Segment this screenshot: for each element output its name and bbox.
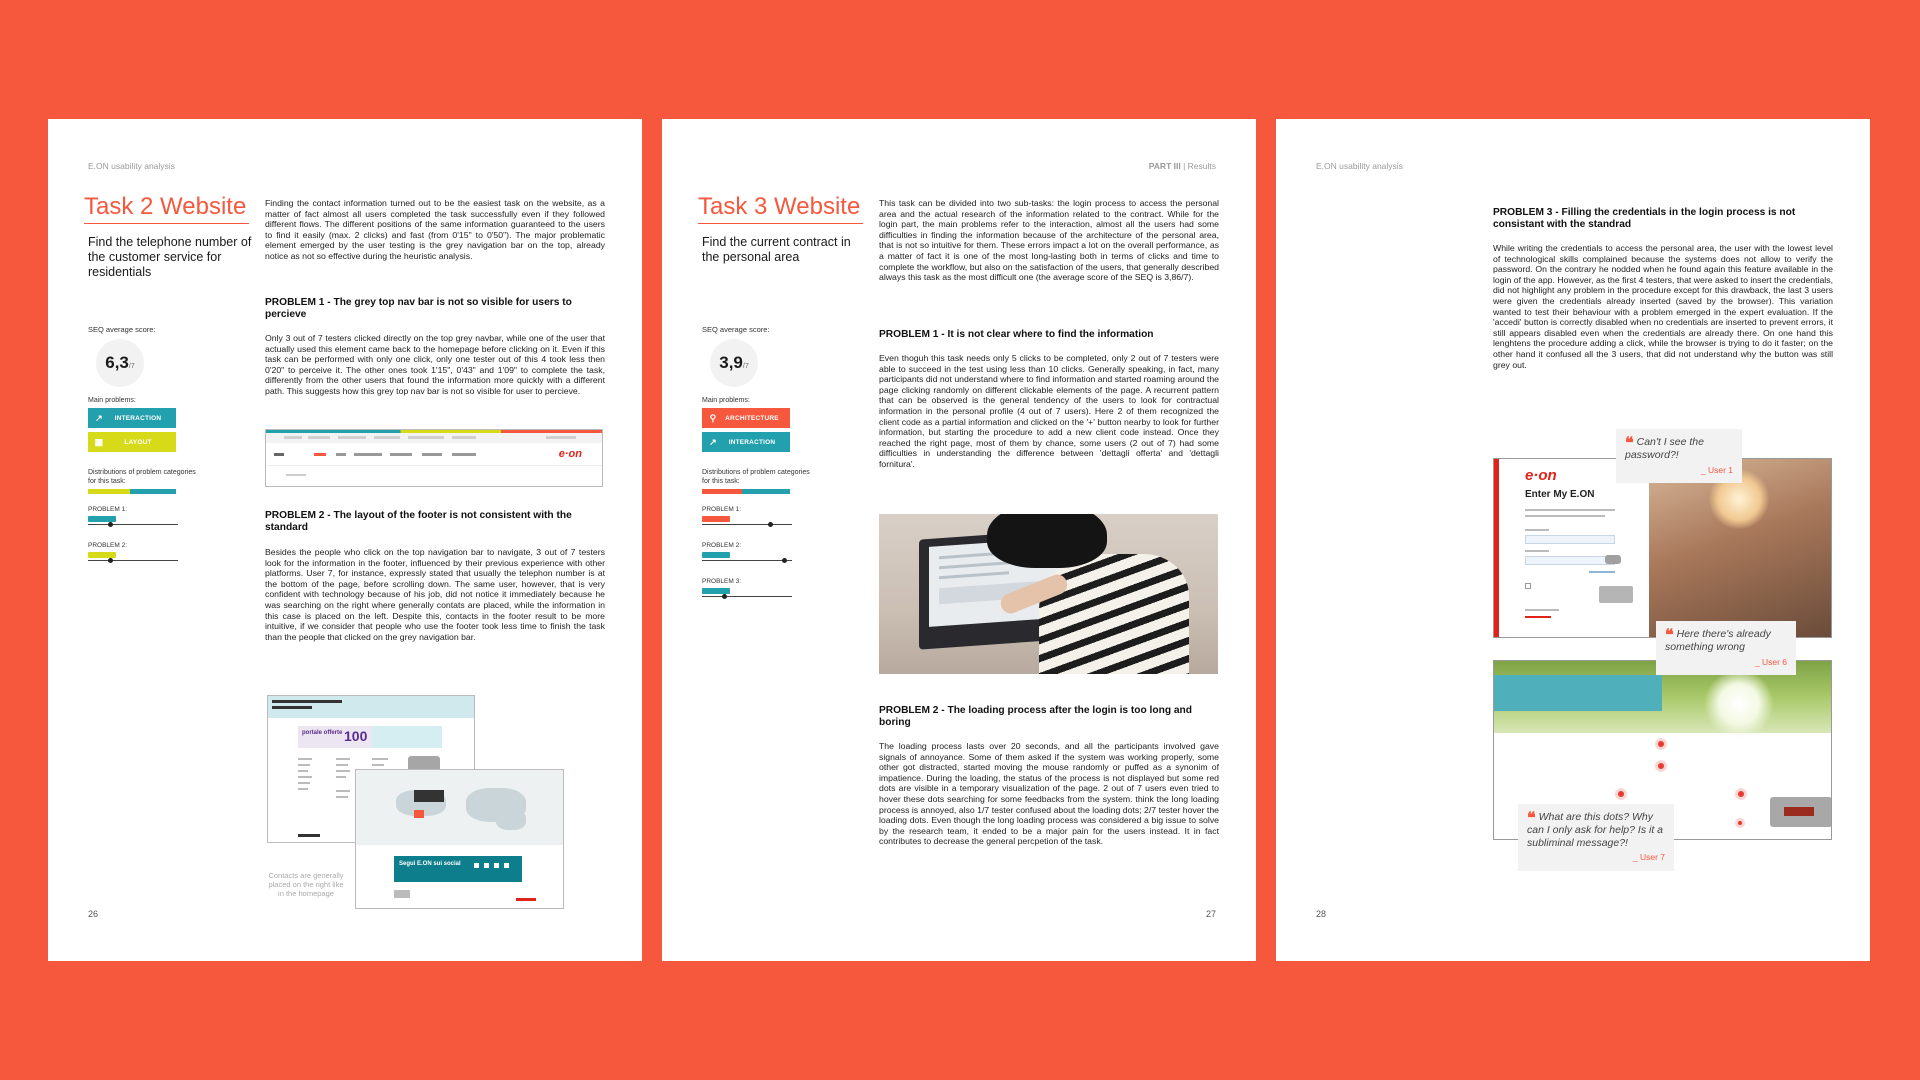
quote-author: _ User 7 xyxy=(1632,852,1665,862)
tag-label: LAYOUT xyxy=(124,438,152,446)
running-header: E.ON usability analysis xyxy=(1316,161,1403,171)
tag-interaction: ↗ INTERACTION xyxy=(702,432,790,452)
problem-1-title: PROBLEM 1 - It is not clear where to fin… xyxy=(879,329,1154,340)
seq-score: 6,3/7 xyxy=(96,339,144,387)
intro-text: Finding the contact information turned o… xyxy=(265,198,605,261)
seq-scale: /7 xyxy=(128,363,135,370)
distribution-bar xyxy=(702,489,790,494)
quote-user-7: ❝ What are this dots? Why can I only ask … xyxy=(1518,804,1674,871)
login-title: Enter My E.ON xyxy=(1525,489,1595,500)
seq-score: 3,9/7 xyxy=(710,339,758,387)
quote-user-6: ❝ Here there's already something wrong _ … xyxy=(1656,621,1796,675)
severity-scale xyxy=(88,558,178,563)
seq-value: 3,9 xyxy=(719,353,743,372)
problem-2-text: The loading process lasts over 20 second… xyxy=(879,741,1219,847)
layout-icon: ▦ xyxy=(94,436,104,447)
category-chip xyxy=(702,588,730,594)
problem-1-title: PROBLEM 1 - The grey top nav bar is not … xyxy=(265,297,572,320)
problem-label: PROBLEM 1: xyxy=(702,506,742,513)
seq-label: SEQ average score: xyxy=(702,325,770,334)
tag-layout: ▦ LAYOUT xyxy=(88,432,176,452)
task-subtitle: Find the current contract in the persona… xyxy=(702,235,851,264)
distribution-label: Distributions of problem categories for … xyxy=(702,469,810,485)
severity-scale xyxy=(702,594,792,599)
distribution-bar xyxy=(88,489,176,494)
seq-label: SEQ average score: xyxy=(88,325,156,334)
category-chip xyxy=(702,552,730,558)
login-screenshot: e·on Enter My E.ON xyxy=(1493,458,1832,638)
problem-2-title: PROBLEM 2 - The layout of the footer is … xyxy=(265,510,572,533)
page-number: 26 xyxy=(88,909,99,919)
main-problems-label: Main problems: xyxy=(88,397,136,404)
eon-logo: e·on xyxy=(1525,467,1557,484)
page-26: E.ON usability analysis Task 2 Website F… xyxy=(48,119,642,961)
category-chip xyxy=(702,516,730,522)
distribution-label: Distributions of problem categories for … xyxy=(88,469,196,485)
task-subtitle: Find the telephone number of the custome… xyxy=(88,235,252,279)
tag-architecture: ⚲ ARCHITECTURE xyxy=(702,408,790,428)
problem-label: PROBLEM 2: xyxy=(88,542,128,549)
seq-value: 6,3 xyxy=(105,353,129,372)
page-28: E.ON usability analysis PROBLEM 3 - Fill… xyxy=(1276,119,1870,961)
quote-author: _ User 6 xyxy=(1754,656,1787,667)
cursor-icon: ↗ xyxy=(95,412,103,423)
problem-3-title: PROBLEM 3 - Filling the credentials in t… xyxy=(1493,207,1796,230)
quote-author: _ User 1 xyxy=(1700,464,1733,475)
problem-2-indicator: PROBLEM 2: xyxy=(88,542,178,563)
running-header: PART III | Results xyxy=(1148,161,1216,171)
severity-scale xyxy=(702,558,792,563)
tag-label: ARCHITECTURE xyxy=(725,414,779,422)
problem-3-indicator: PROBLEM 3: xyxy=(702,578,792,599)
severity-scale xyxy=(702,522,792,527)
category-chip xyxy=(88,516,116,522)
seq-scale: /7 xyxy=(742,363,749,370)
promo-number: 100 xyxy=(344,728,368,744)
quote-text: Here there's already something wrong xyxy=(1665,628,1771,653)
severity-scale xyxy=(88,522,178,527)
header-part: PART III xyxy=(1148,161,1181,171)
page-number: 28 xyxy=(1316,909,1327,919)
cursor-icon: ↗ xyxy=(709,436,717,447)
tag-label: INTERACTION xyxy=(728,438,776,446)
tag-label: INTERACTION xyxy=(114,414,162,422)
problem-2-text: Besides the people who click on the top … xyxy=(265,547,605,642)
task-title: Task 3 Website xyxy=(698,193,861,220)
problem-1-indicator: PROBLEM 1: xyxy=(88,506,178,527)
page-27: PART III | Results Task 3 Website Find t… xyxy=(662,119,1256,961)
problem-label: PROBLEM 2: xyxy=(702,542,742,549)
running-header: E.ON usability analysis xyxy=(88,161,175,171)
quote-user-1: ❝ Can't I see the password?! _ User 1 xyxy=(1616,429,1742,483)
user-test-photo xyxy=(879,514,1218,674)
problem-2-title: PROBLEM 2 - The loading process after th… xyxy=(879,705,1193,728)
problem-1-text: Even thoguh this task needs only 5 click… xyxy=(879,353,1219,469)
page-number: 27 xyxy=(1206,909,1217,919)
problem-label: PROBLEM 3: xyxy=(702,578,742,585)
social-footer-screenshot: Segui E.ON sui social xyxy=(355,769,564,909)
quote-text: What are this dots? Why can I only ask f… xyxy=(1527,811,1663,849)
navbar-screenshot: e·on xyxy=(265,429,603,487)
main-problems-label: Main problems: xyxy=(702,397,750,404)
sitemap-icon: ⚲ xyxy=(709,412,717,423)
problem-3-text: While writing the credentials to access … xyxy=(1493,243,1833,370)
problem-1-indicator: PROBLEM 1: xyxy=(702,506,792,527)
social-band-title: Segui E.ON sui social xyxy=(399,861,461,867)
eon-logo: e·on xyxy=(558,448,582,460)
category-chip xyxy=(88,552,116,558)
title-rule xyxy=(698,223,863,224)
problem-1-text: Only 3 out of 7 testers clicked directly… xyxy=(265,333,605,396)
screenshot-caption: Contacts are generally placed on the rig… xyxy=(268,871,344,898)
tag-interaction: ↗ INTERACTION xyxy=(88,408,176,428)
problem-2-indicator: PROBLEM 2: xyxy=(702,542,792,563)
title-rule xyxy=(84,223,249,224)
task-title: Task 2 Website xyxy=(84,193,247,220)
intro-text: This task can be divided into two sub-ta… xyxy=(879,198,1219,283)
quote-text: Can't I see the password?! xyxy=(1625,436,1704,461)
promo-text: portale offerte xyxy=(302,730,343,736)
header-section: Results xyxy=(1187,161,1216,171)
problem-label: PROBLEM 1: xyxy=(88,506,128,513)
